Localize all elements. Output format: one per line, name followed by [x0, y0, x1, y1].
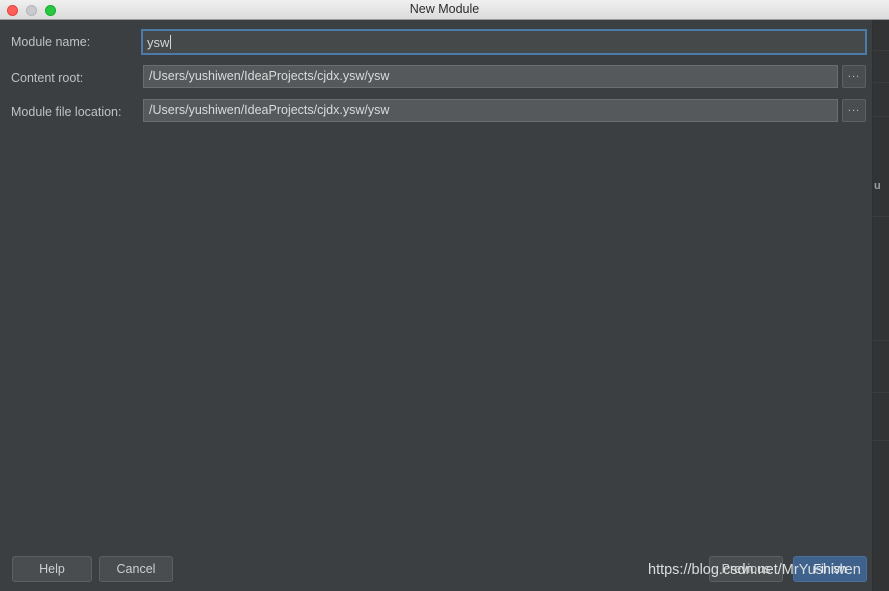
form-row-content-root: Content root: /Users/yushiwen/IdeaProjec… [0, 65, 889, 95]
module-name-input[interactable]: ysw [141, 29, 867, 55]
previous-button[interactable]: Previous [709, 556, 783, 582]
form-row-module-name: Module name: ysw [0, 29, 889, 59]
titlebar: New Module [0, 0, 889, 20]
content-root-browse-button[interactable]: ... [842, 65, 866, 88]
new-module-dialog: u New Module Module name: ysw Content ro… [0, 0, 889, 591]
help-button[interactable]: Help [12, 556, 92, 582]
form-row-module-file-location: Module file location: /Users/yushiwen/Id… [0, 99, 889, 129]
dialog-title: New Module [409, 2, 480, 16]
content-root-label: Content root: [11, 71, 84, 85]
module-file-location-label: Module file location: [11, 105, 122, 119]
dialog-footer: Help Cancel Previous Finish [0, 541, 889, 591]
module-file-location-input[interactable]: /Users/yushiwen/IdeaProjects/cjdx.ysw/ys… [143, 99, 838, 122]
content-root-input[interactable]: /Users/yushiwen/IdeaProjects/cjdx.ysw/ys… [143, 65, 838, 88]
module-name-label: Module name: [11, 35, 91, 49]
cancel-button[interactable]: Cancel [99, 556, 173, 582]
form-area: Module name: ysw Content root: /Users/yu… [0, 21, 889, 541]
finish-button[interactable]: Finish [793, 556, 867, 582]
module-file-location-browse-button[interactable]: ... [842, 99, 866, 122]
module-name-value: ysw [147, 34, 170, 50]
text-caret [170, 35, 172, 49]
